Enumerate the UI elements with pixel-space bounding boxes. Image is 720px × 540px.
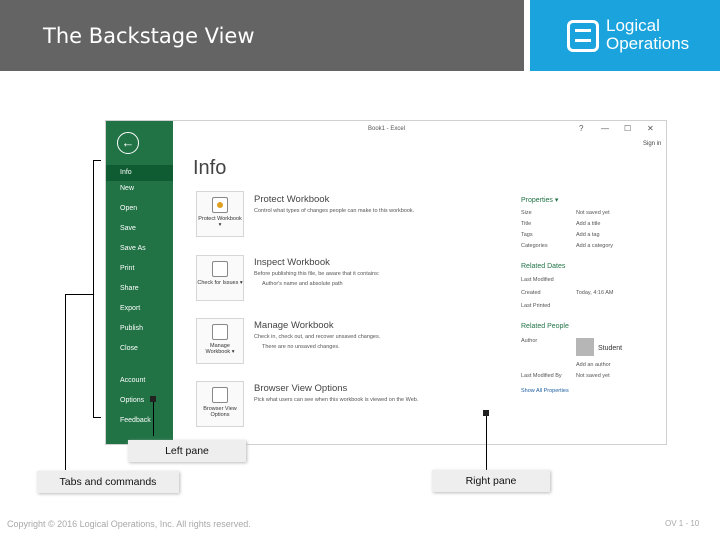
slide-title-bar: The Backstage View [0,0,524,71]
protect-workbook-button-label: Protect Workbook ▾ [198,216,242,228]
section-bullet: Author's name and absolute path [262,281,343,287]
logo-icon [567,20,599,52]
section-title: Protect Workbook [254,194,330,205]
prop-value: Not saved yet [576,373,610,379]
properties-heading[interactable]: Properties ▾ [521,196,558,204]
nav-item-save-as[interactable]: Save As [120,245,146,252]
left-pane-dot [150,396,156,402]
prop-value: Not saved yet [576,210,610,216]
left-pane-bracket-bottom [93,417,101,418]
related-dates-heading: Related Dates [521,263,566,270]
nav-item-new[interactable]: New [120,185,134,192]
prop-key: Last Printed [521,303,551,309]
prop-key: Created [521,290,541,296]
check-for-issues-button-label: Check for Issues ▾ [197,280,243,286]
browser-icon [212,387,228,403]
right-pane-dot [483,410,489,416]
nav-item-save[interactable]: Save [120,225,136,232]
manage-workbook-button[interactable]: Manage Workbook ▾ [196,318,244,364]
nav-item-open[interactable]: Open [120,205,137,212]
prop-key: Categories [521,243,548,249]
nav-item-info[interactable]: Info [106,165,173,181]
author-name: Student [598,345,623,352]
prop-value[interactable]: Add a category [576,243,613,249]
nav-item-publish[interactable]: Publish [120,325,143,332]
prop-value[interactable]: Add a title [576,221,600,227]
prop-key: Title [521,221,532,227]
inspect-icon [212,261,228,277]
nav-item-export[interactable]: Export [120,305,140,312]
copyright-footer: Copyright © 2016 Logical Operations, Inc… [7,519,251,529]
restore-button[interactable]: ☐ [624,124,631,133]
left-pane-bracket-top [93,160,101,161]
slide-title: The Backstage View [43,24,255,48]
section-title: Inspect Workbook [254,257,330,268]
section-title: Browser View Options [254,383,348,394]
manage-icon [212,324,228,340]
section-desc: Control what types of changes people can… [254,208,415,214]
back-arrow-icon[interactable]: ← [117,132,139,154]
page-number: OV 1 - 10 [665,519,700,528]
section-desc: Before publishing this file, be aware th… [254,271,380,277]
section-desc: Pick what users can see when this workbo… [254,397,419,403]
browser-view-options-button-label: Browser View Options [203,406,237,418]
left-pane-bracket [93,160,94,417]
logo-text: Logical Operations [606,16,690,53]
nav-item-options[interactable]: Options [120,397,144,404]
info-heading: Info [193,157,227,179]
minimize-button[interactable]: — [601,124,609,133]
left-pane-callout: Left pane [128,440,246,462]
prop-key: Last Modified [521,277,554,283]
prop-key: Size [521,210,532,216]
check-for-issues-button[interactable]: Check for Issues ▾ [196,255,244,301]
related-people-heading: Related People [521,323,569,330]
right-pane-callout: Right pane [432,470,550,492]
close-button[interactable]: ✕ [647,124,654,133]
sign-in-link[interactable]: Sign in [643,141,661,147]
help-button[interactable]: ? [579,124,583,133]
right-pane-callout-line [486,414,487,470]
window-title: Book1 - Excel [368,126,406,132]
left-pane-callout-line [153,400,154,436]
protect-workbook-button[interactable]: Protect Workbook ▾ [196,191,244,237]
manage-workbook-button-label: Manage Workbook ▾ [205,343,235,355]
nav-item-feedback[interactable]: Feedback [120,417,151,424]
show-all-properties-link[interactable]: Show All Properties [521,388,569,394]
avatar [576,338,594,356]
section-bullet: There are no unsaved changes. [262,344,340,350]
browser-view-options-button[interactable]: Browser View Options [196,381,244,427]
section-title: Manage Workbook [254,320,334,331]
lock-icon [212,197,228,213]
tabs-callout-line [65,294,66,470]
nav-item-close[interactable]: Close [120,345,138,352]
add-author-link[interactable]: Add an author [576,362,611,368]
nav-item-print[interactable]: Print [120,265,134,272]
backstage-left-pane: ← Info New Open Save Save As Print Share Export… [106,121,173,444]
excel-backstage-window: ← Info New Open Save Save As Print Share Export… [105,120,667,445]
logo: Logical Operations [530,0,720,71]
prop-value[interactable]: Add a tag [576,232,600,238]
prop-key: Author [521,338,538,344]
prop-key: Tags [521,232,533,238]
prop-key: Last Modified By [521,373,562,379]
section-desc: Check in, check out, and recover unsaved… [254,334,381,340]
nav-item-share[interactable]: Share [120,285,139,292]
nav-item-account[interactable]: Account [120,377,145,384]
tabs-commands-callout: Tabs and commands [37,471,179,493]
prop-value: Today, 4:16 AM [576,290,614,296]
tabs-callout-line-h [65,294,93,295]
